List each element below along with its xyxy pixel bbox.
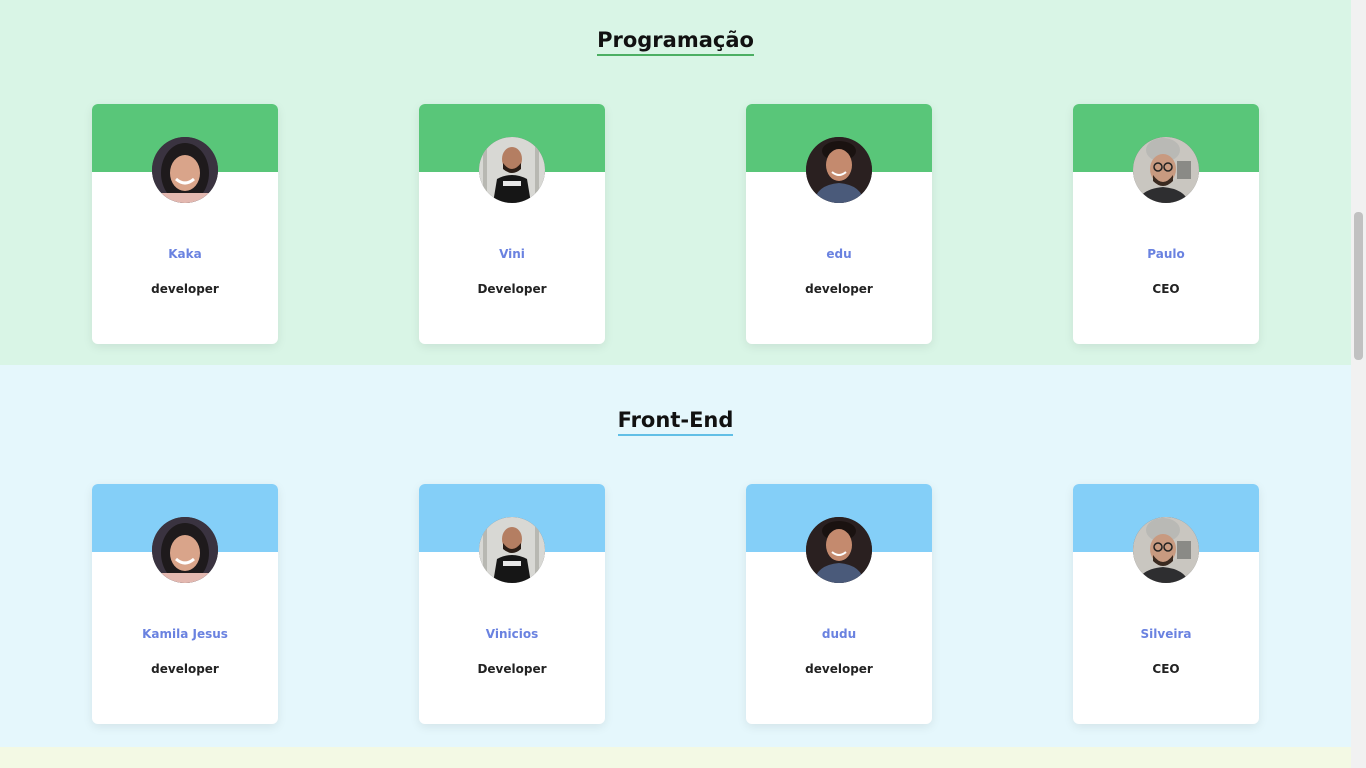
member-role: Developer (477, 662, 547, 676)
team-page: Programação Kaka developer Vini Develope… (0, 0, 1351, 768)
avatar (806, 137, 872, 203)
section-programacao: Programação Kaka developer Vini Develope… (0, 0, 1351, 365)
page-scrollbar[interactable] (1351, 0, 1366, 768)
member-name: Vini (499, 247, 525, 261)
section-title: Front-End (0, 408, 1351, 436)
member-card[interactable]: edu developer (746, 104, 932, 344)
member-name: dudu (821, 627, 857, 641)
section-title-text: Front-End (617, 408, 734, 436)
avatar (479, 137, 545, 203)
member-role: developer (151, 662, 219, 676)
section-title-text: Programação (597, 28, 754, 56)
avatar (1133, 517, 1199, 583)
member-card[interactable]: Kamila Jesus developer (92, 484, 278, 724)
avatar (479, 517, 545, 583)
member-role: Developer (477, 282, 547, 296)
scrollbar-thumb[interactable] (1354, 212, 1363, 360)
member-name: Vinicios (485, 627, 539, 641)
member-card[interactable]: Vini Developer (419, 104, 605, 344)
member-name: Silveira (1140, 627, 1192, 641)
member-card[interactable]: dudu developer (746, 484, 932, 724)
member-name: edu (826, 247, 852, 261)
member-card[interactable]: Paulo CEO (1073, 104, 1259, 344)
member-card[interactable]: Silveira CEO (1073, 484, 1259, 724)
member-role: CEO (1152, 662, 1180, 676)
member-role: developer (805, 662, 873, 676)
section-title: Programação (0, 28, 1351, 56)
member-role: developer (151, 282, 219, 296)
avatar (806, 517, 872, 583)
avatar (1133, 137, 1199, 203)
member-name: Kamila Jesus (142, 627, 228, 641)
member-role: developer (805, 282, 873, 296)
section-front-end: Front-End Kamila Jesus developer Vinicio… (0, 365, 1351, 747)
member-name: Paulo (1147, 247, 1185, 261)
avatar (152, 137, 218, 203)
next-section-edge (0, 747, 1351, 768)
member-card[interactable]: Kaka developer (92, 104, 278, 344)
member-role: CEO (1152, 282, 1180, 296)
member-card[interactable]: Vinicios Developer (419, 484, 605, 724)
member-name: Kaka (168, 247, 202, 261)
avatar (152, 517, 218, 583)
